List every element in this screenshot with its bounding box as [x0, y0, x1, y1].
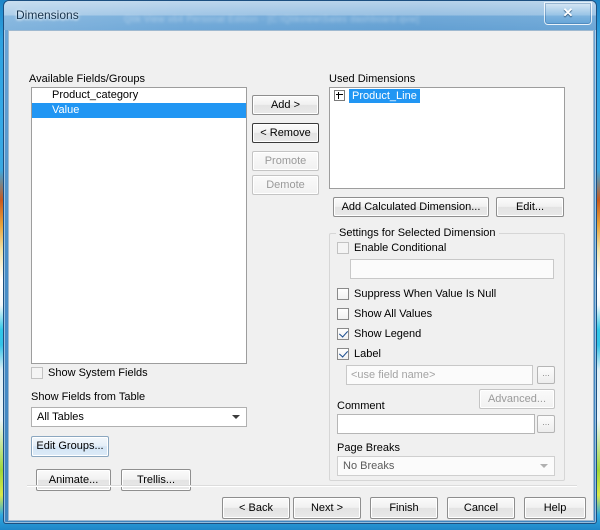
comment-label: Comment	[337, 400, 385, 412]
close-button[interactable]: ✕	[544, 2, 592, 25]
checkbox-box	[337, 242, 349, 254]
show-system-fields-checkbox[interactable]: Show System Fields	[31, 367, 148, 379]
edit-dimension-button[interactable]: Edit...	[496, 197, 564, 217]
available-fields-listbox[interactable]: Product_category Value	[31, 87, 247, 364]
label-field-input[interactable]: <use field name>	[346, 365, 533, 385]
chevron-down-icon	[232, 415, 240, 419]
show-legend-checkbox[interactable]: Show Legend	[337, 328, 421, 340]
page-breaks-select[interactable]: No Breaks	[337, 456, 555, 476]
page-breaks-value: No Breaks	[343, 460, 394, 472]
advanced-button: Advanced...	[479, 389, 555, 409]
show-system-fields-label: Show System Fields	[48, 367, 148, 379]
dialog-client-area: Available Fields/Groups Product_category…	[8, 30, 594, 521]
edit-groups-button[interactable]: Edit Groups...	[31, 436, 109, 457]
cancel-button[interactable]: Cancel	[447, 497, 515, 519]
footer-divider	[27, 485, 577, 487]
checkbox-box	[337, 328, 349, 340]
list-item[interactable]: Value	[32, 103, 246, 118]
enable-conditional-label: Enable Conditional	[354, 242, 446, 254]
add-button[interactable]: Add >	[252, 95, 319, 115]
show-legend-label: Show Legend	[354, 328, 421, 340]
label-checkbox-label: Label	[354, 348, 381, 360]
table-filter-select[interactable]: All Tables	[31, 407, 247, 427]
label-field-browse-button[interactable]: ...	[537, 366, 555, 384]
checkbox-box	[337, 288, 349, 300]
window-title: Dimensions	[16, 8, 79, 22]
expand-plus-icon[interactable]	[334, 90, 345, 101]
checkbox-box	[31, 367, 43, 379]
suppress-when-null-label: Suppress When Value Is Null	[354, 288, 496, 300]
animate-button[interactable]: Animate...	[36, 469, 111, 491]
conditional-expression-input[interactable]	[350, 259, 554, 279]
next-button[interactable]: Next >	[293, 497, 361, 519]
finish-button[interactable]: Finish	[370, 497, 438, 519]
titlebar-watermark-text: Qlik View x64 Personal Edition - [C:\Qli…	[124, 14, 544, 24]
add-calculated-dimension-button[interactable]: Add Calculated Dimension...	[333, 197, 489, 217]
list-item[interactable]: Product_Line	[330, 88, 564, 103]
used-dimensions-listbox[interactable]: Product_Line	[329, 87, 565, 189]
show-fields-from-table-label: Show Fields from Table	[31, 391, 145, 403]
help-button[interactable]: Help	[524, 497, 586, 519]
window-titlebar: Qlik View x64 Personal Edition - [C:\Qli…	[4, 1, 596, 30]
close-icon: ✕	[545, 5, 591, 21]
available-fields-label: Available Fields/Groups	[29, 73, 145, 85]
show-all-values-label: Show All Values	[354, 308, 432, 320]
demote-button: Demote	[252, 175, 319, 195]
dimensions-dialog-window: Qlik View x64 Personal Edition - [C:\Qli…	[3, 0, 597, 524]
comment-browse-button[interactable]: ...	[537, 415, 555, 433]
enable-conditional-checkbox[interactable]: Enable Conditional	[337, 242, 446, 254]
comment-input[interactable]	[337, 414, 535, 434]
trellis-button[interactable]: Trellis...	[121, 469, 191, 491]
page-breaks-label: Page Breaks	[337, 442, 400, 454]
back-button[interactable]: < Back	[222, 497, 290, 519]
show-all-values-checkbox[interactable]: Show All Values	[337, 308, 432, 320]
chevron-down-icon	[540, 464, 548, 468]
settings-groupbox-title: Settings for Selected Dimension	[336, 227, 499, 239]
used-dimension-label: Product_Line	[349, 89, 420, 103]
used-dimensions-label: Used Dimensions	[329, 73, 415, 85]
table-filter-value: All Tables	[37, 411, 84, 423]
remove-button[interactable]: < Remove	[252, 123, 319, 143]
label-checkbox[interactable]: Label	[337, 348, 381, 360]
list-item[interactable]: Product_category	[32, 88, 246, 103]
promote-button: Promote	[252, 151, 319, 171]
suppress-when-null-checkbox[interactable]: Suppress When Value Is Null	[337, 288, 496, 300]
checkbox-box	[337, 348, 349, 360]
checkbox-box	[337, 308, 349, 320]
